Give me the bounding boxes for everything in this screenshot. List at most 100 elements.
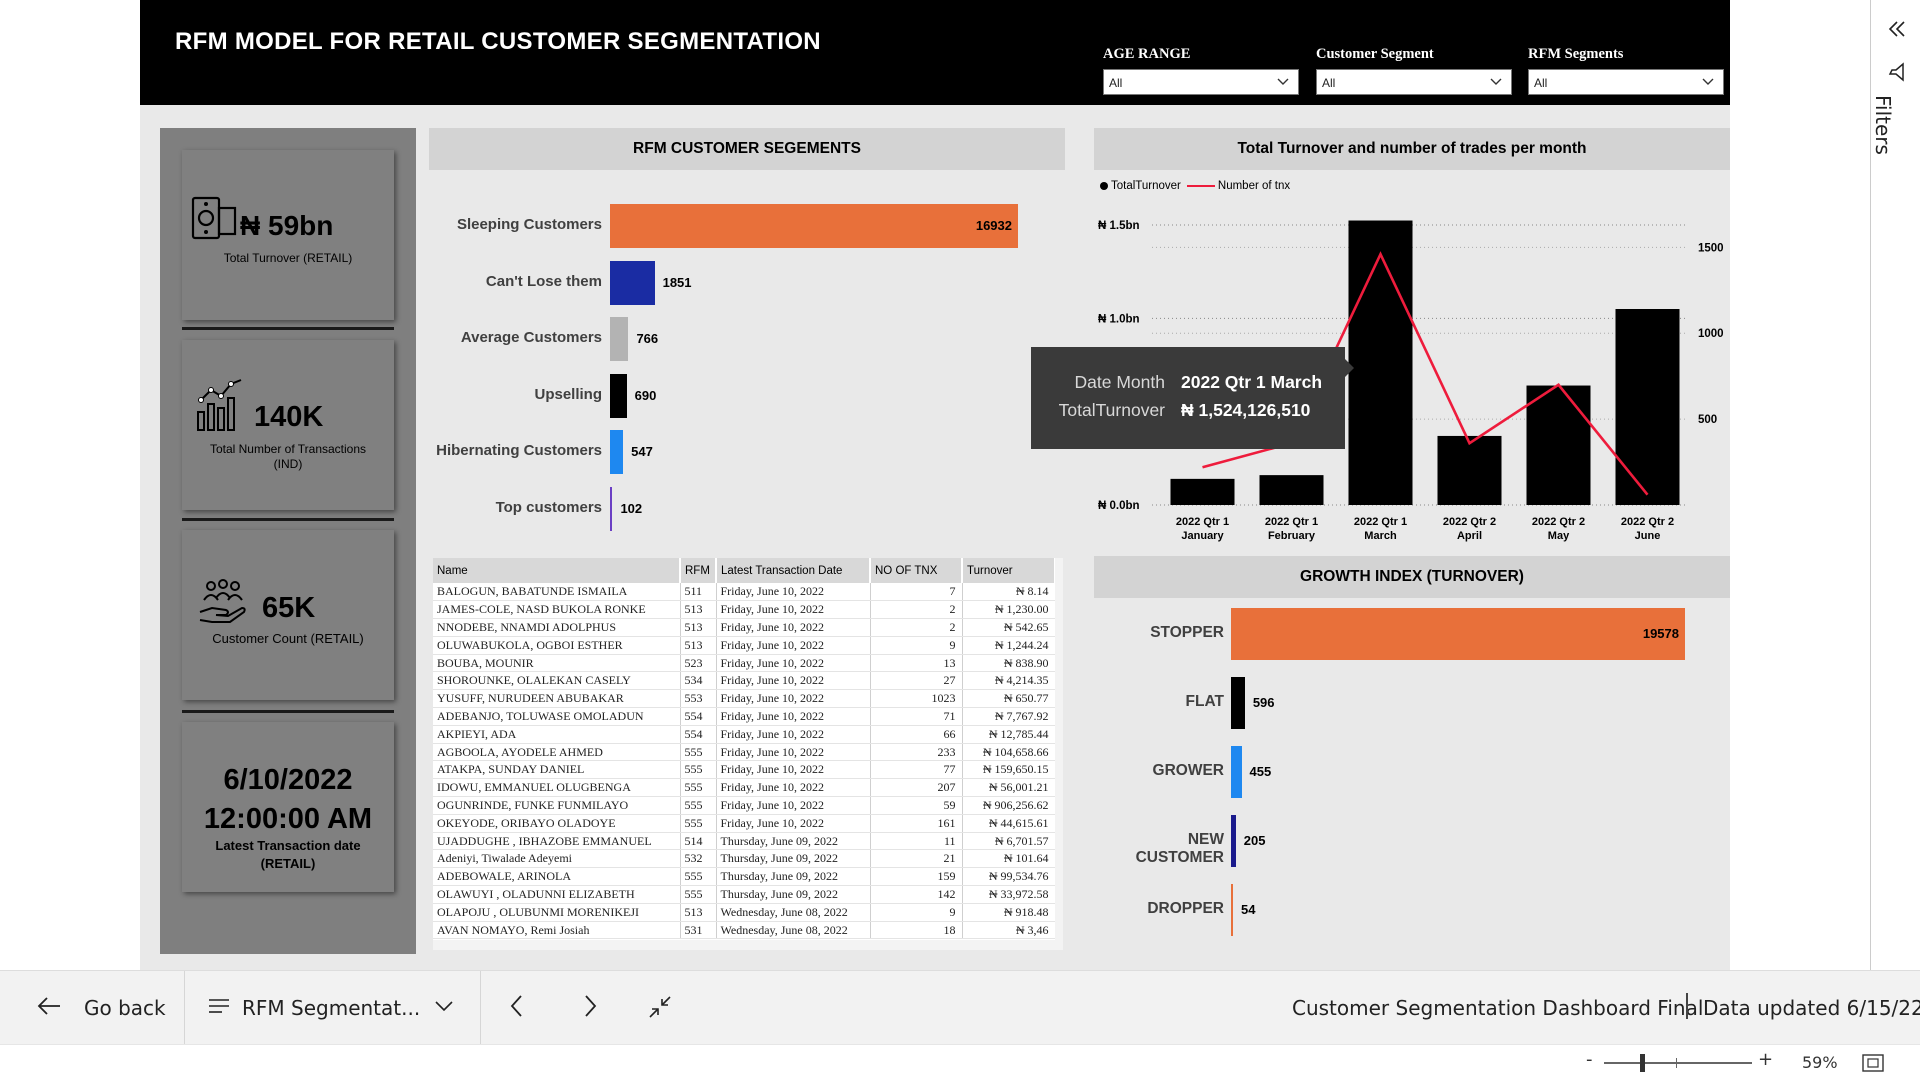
cell-latest-date: Friday, June 10, 2022 — [716, 600, 871, 620]
rfm-bar-hibernating-customers[interactable] — [610, 430, 624, 475]
table-row[interactable]: OKEYODE, ORIBAYO OLADOYE 555 Friday, June … — [433, 814, 1056, 833]
growth-bar-grower[interactable] — [1231, 746, 1242, 798]
cell-turnover: ₦ 6,701.57 — [962, 832, 1056, 851]
arrow-left-icon[interactable] — [36, 993, 62, 1019]
turnover-bar-2022-qtr-1-march[interactable] — [1348, 220, 1413, 505]
kpi-card-turnover[interactable]: ₦ 59bn Total Turnover (RETAIL) — [182, 150, 394, 320]
table-row[interactable]: YUSUFF, NURUDEEN ABUBAKAR 553 Friday, June… — [433, 689, 1056, 709]
exit-focus-icon[interactable] — [648, 995, 672, 1019]
table-row[interactable]: NNODEBE, NNAMDI ADOLPHUS 513 Friday, June … — [433, 618, 1056, 637]
report-title: RFM MODEL FOR RETAIL CUSTOMER SEGMENTATI… — [175, 28, 821, 55]
zoom-slider[interactable] — [1604, 1054, 1752, 1072]
rfm-bar-average-customers[interactable] — [610, 317, 629, 362]
cell-name: ADEBANJO, TOLUWASE OMOLADUN — [433, 707, 681, 726]
table-row[interactable]: Adeniyi, Tiwalade Adeyemi 532 Thursday, Ju… — [433, 849, 1056, 869]
table-row[interactable]: OLAPOJU , OLUBUNMI MORENIKEJI 513 Wednesda… — [433, 903, 1056, 922]
kpi-divider — [182, 710, 394, 713]
column-header-no-of-tnx[interactable]: NO OF TNX — [870, 558, 963, 583]
column-header-turnover[interactable]: Turnover — [962, 558, 1056, 583]
table-vertical-scrollbar[interactable] — [1055, 558, 1063, 950]
cell-rfm: 514 — [680, 832, 717, 851]
cell-latest-date: Friday, June 10, 2022 — [716, 707, 871, 726]
turnover-bar-2022-qtr-1-february[interactable] — [1259, 475, 1324, 505]
table-row[interactable]: ADEBANJO, TOLUWASE OMOLADUN 554 Friday, Ju… — [433, 707, 1056, 726]
column-header-rfm[interactable]: RFM — [680, 558, 717, 583]
x-tick-label: 2022 Qtr 1 — [1265, 516, 1318, 528]
fit-to-page-icon[interactable] — [1862, 1053, 1884, 1073]
latest-date-label-sub: (RETAIL) — [260, 856, 316, 871]
kpi-card-latest-date[interactable]: 6/10/2022 12:00:00 AM Latest Transaction… — [182, 722, 394, 892]
turnover-bar-2022-qtr-1-january[interactable] — [1170, 478, 1235, 505]
zoom-slider-thumb[interactable] — [1640, 1054, 1645, 1072]
rfm-segments-dropdown[interactable]: All — [1528, 69, 1724, 95]
growth-bar-dropper[interactable] — [1231, 884, 1233, 936]
turnover-bar-2022-qtr-2-june[interactable] — [1615, 309, 1680, 505]
growth-bar-stopper[interactable] — [1231, 608, 1685, 660]
cell-name: BOUBA, MOUNIR — [433, 654, 681, 673]
legend-tnx[interactable]: Number of tnx — [1218, 180, 1290, 192]
tooltip-key-turnover: TotalTurnover — [1058, 400, 1165, 420]
cell-latest-date: Friday, June 10, 2022 — [716, 814, 871, 833]
rfm-bar-can-t-lose-them[interactable] — [610, 260, 655, 305]
tooltip-pointer — [1345, 359, 1354, 377]
filters-label[interactable]: Filters — [1871, 95, 1895, 155]
rfm-bar-upselling[interactable] — [610, 373, 627, 418]
transactions-value: 140K — [254, 401, 324, 433]
table-row[interactable]: OLUWABUKOLA, OGBOI ESTHER 513 Friday, June… — [433, 636, 1056, 655]
table-row[interactable]: IDOWU, EMMANUEL OLUGBENGA 555 Friday, June… — [433, 778, 1056, 798]
tooltip-key-month: Date Month — [1074, 372, 1165, 392]
legend-turnover[interactable]: TotalTurnover — [1111, 180, 1181, 192]
cell-no-of-tnx: 71 — [870, 707, 963, 726]
next-page-icon[interactable] — [580, 993, 600, 1019]
turnover-bar-2022-qtr-2-may[interactable] — [1526, 385, 1591, 505]
customer-segment-dropdown[interactable]: All — [1316, 69, 1512, 95]
cell-name: OLAPOJU , OLUBUNMI MORENIKEJI — [433, 903, 681, 922]
filter-funnel-icon[interactable] — [1887, 62, 1907, 82]
chevron-down-icon[interactable] — [434, 997, 454, 1015]
zoom-level[interactable]: 59% — [1802, 1053, 1838, 1072]
table-row[interactable]: AVAN NOMAYO, Remi Josiah 531 Wednesday, Ju… — [433, 921, 1056, 940]
table-horizontal-scrollbar[interactable] — [433, 940, 1055, 950]
turnover-label: Total Turnover (RETAIL) — [223, 251, 353, 265]
cell-turnover: ₦ 3,46 — [962, 921, 1056, 940]
column-header-name[interactable]: Name — [433, 558, 681, 583]
rfm-bar-sleeping-customers[interactable] — [610, 204, 1018, 248]
cell-turnover: ₦ 1,244.24 — [962, 636, 1056, 655]
customer-table[interactable]: Name RFM Latest Transaction Date NO OF T… — [433, 558, 1063, 950]
go-back-button[interactable]: Go back — [84, 996, 166, 1020]
kpi-divider — [182, 327, 394, 330]
kpi-card-transactions[interactable]: 140K Total Number of Transactions (IND) — [182, 340, 394, 510]
page-selector[interactable]: RFM Segmentat... — [242, 996, 420, 1020]
kpi-card-customers[interactable]: 65K Customer Count (RETAIL) — [182, 530, 394, 700]
growth-bar-new-customer[interactable] — [1231, 815, 1236, 867]
cell-no-of-tnx: 207 — [870, 778, 963, 798]
cell-name: ADEBOWALE, ARINOLA — [433, 867, 681, 887]
column-header-latest-date[interactable]: Latest Transaction Date — [716, 558, 871, 583]
table-row[interactable]: JAMES-COLE, NASD BUKOLA RONKE 513 Friday, … — [433, 600, 1056, 620]
table-row[interactable]: UJADDUGHE , IBHAZOBE EMMANUEL 514 Thursday… — [433, 832, 1056, 851]
tooltip-value-month: 2022 Qtr 1 March — [1181, 372, 1323, 392]
cell-rfm: 531 — [680, 921, 717, 940]
zoom-out-button[interactable]: - — [1586, 1049, 1593, 1070]
age-range-dropdown[interactable]: All — [1103, 69, 1299, 95]
zoom-in-button[interactable]: + — [1758, 1049, 1773, 1070]
cell-turnover: ₦ 104,658.66 — [962, 743, 1056, 762]
double-chevron-left-icon[interactable] — [1888, 20, 1906, 38]
growth-bar-flat[interactable] — [1231, 677, 1245, 729]
table-body: BALOGUN, BABATUNDE ISMAILA 511 Friday, Jun… — [433, 583, 1056, 940]
rfm-bar-top-customers[interactable] — [610, 487, 613, 531]
table-row[interactable]: OGUNRINDE, FUNKE FUNMILAYO 555 Friday, Jun… — [433, 796, 1056, 815]
cell-no-of-tnx: 7 — [870, 583, 963, 602]
table-row[interactable]: ATAKPA, SUNDAY DANIEL 555 Friday, June 10,… — [433, 760, 1056, 780]
previous-page-icon[interactable] — [507, 993, 527, 1019]
turnover-bar-2022-qtr-2-april[interactable] — [1437, 435, 1502, 505]
table-row[interactable]: AGBOOLA, AYODELE AHMED 555 Friday, June 10… — [433, 743, 1056, 762]
table-row[interactable]: OLAWUYI , OLADUNNI ELIZABETH 555 Thursday,… — [433, 885, 1056, 904]
table-row[interactable]: BOUBA, MOUNIR 523 Friday, June 10, 2022 13 ₦… — [433, 654, 1056, 673]
table-row[interactable]: BALOGUN, BABATUNDE ISMAILA 511 Friday, Jun… — [433, 583, 1056, 602]
pages-list-icon[interactable] — [209, 997, 229, 1015]
table-row[interactable]: ADEBOWALE, ARINOLA 555 Thursday, June 09, … — [433, 867, 1056, 887]
table-row[interactable]: SHOROUNKE, OLALEKAN CASELY 534 Friday, Jun… — [433, 671, 1056, 691]
cell-name: AKPIEYI, ADA — [433, 725, 681, 744]
table-row[interactable]: AKPIEYI, ADA 554 Friday, June 10, 2022 66 ₦ … — [433, 725, 1056, 744]
